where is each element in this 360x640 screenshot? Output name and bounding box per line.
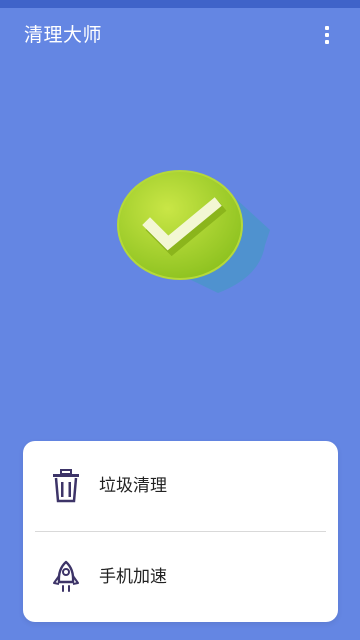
menu-dot [325,40,329,44]
rocket-icon [51,560,81,594]
status-bar [0,0,360,8]
menu-dot [325,33,329,37]
trash-icon [51,469,81,503]
junk-clean-label: 垃圾清理 [99,476,167,496]
app-title: 清理大师 [24,24,103,46]
phone-boost-item[interactable]: 手机加速 [23,532,338,622]
phone-boost-label: 手机加速 [99,567,167,587]
junk-clean-item[interactable]: 垃圾清理 [23,441,338,531]
check-circle [117,170,243,280]
more-vert-icon[interactable] [316,20,338,50]
menu-dot [325,26,329,30]
check-circle-icon [117,170,270,293]
action-card: 垃圾清理 手机加速 [23,441,338,622]
